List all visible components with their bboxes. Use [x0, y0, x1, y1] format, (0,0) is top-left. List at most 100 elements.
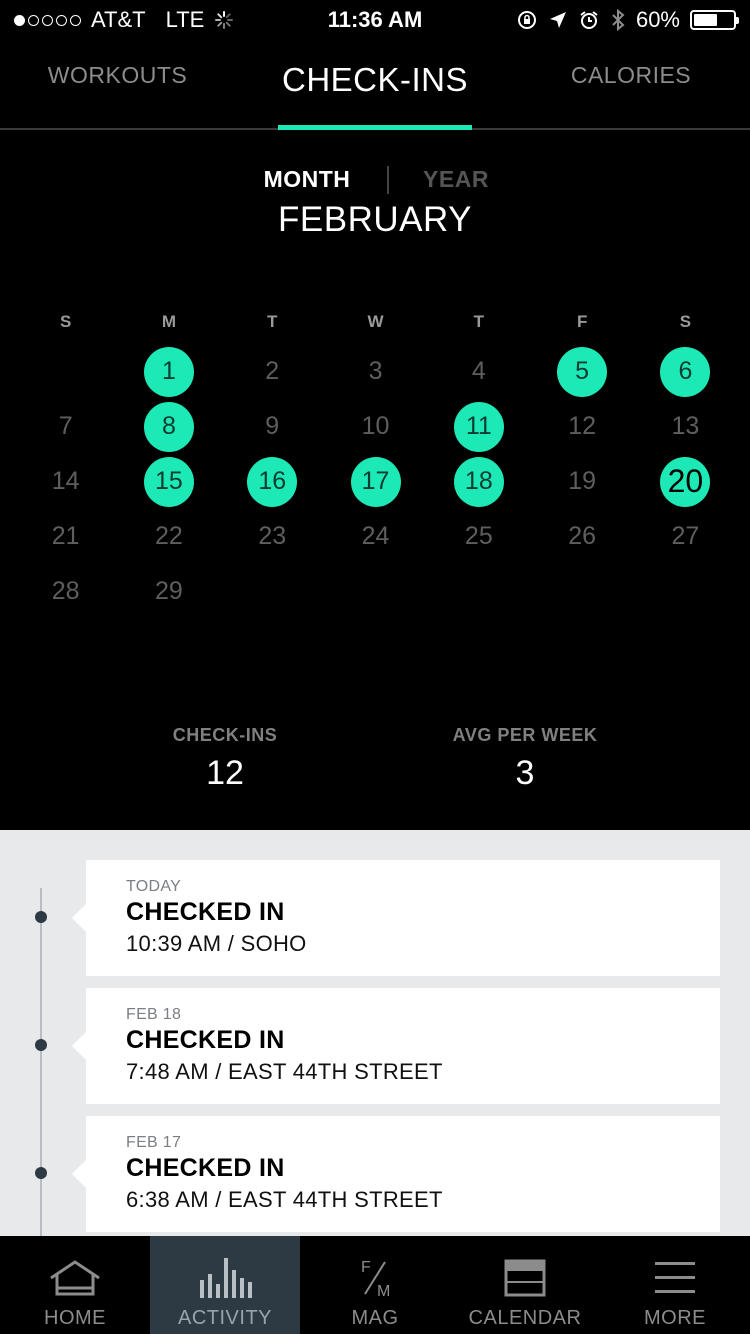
calendar-cell: 7 — [14, 399, 117, 454]
carrier-label: AT&T — [91, 7, 146, 32]
calendar-grid: 1 2 3 4 5 6 7 8 9 10 11 12 13 14 15 16 17 18 19 20 21 22 23 24 2… — [14, 344, 736, 619]
calendar-day[interactable]: 19 — [557, 457, 607, 507]
weekday-label: S — [679, 312, 692, 331]
calendar-cell: 9 — [221, 399, 324, 454]
tab-check-ins[interactable]: CHECK-INS — [278, 40, 472, 128]
calendar-empty-cell — [14, 344, 117, 399]
feed-item-date: FEB 18 — [126, 1006, 182, 1023]
calendar-day[interactable]: 21 — [41, 512, 91, 562]
timeline-line — [40, 888, 42, 1236]
feed-item[interactable]: FEB 18 CHECKED IN 7:48 AM / EAST 44TH ST… — [35, 988, 720, 1104]
calendar-day[interactable]: 7 — [41, 402, 91, 452]
nav-mag[interactable]: F M MAG — [300, 1236, 450, 1334]
timeline-dot — [35, 1167, 47, 1179]
calendar-day[interactable]: 9 — [247, 402, 297, 452]
calendar-day[interactable]: 29 — [144, 567, 194, 617]
calendar-cell: 18 — [427, 454, 530, 509]
checkin-feed[interactable]: TODAY CHECKED IN 10:39 AM / SOHO FEB 18 … — [0, 830, 750, 1236]
calendar-cell: 13 — [634, 399, 737, 454]
calendar-day-today[interactable]: 20 — [660, 456, 711, 507]
calendar-day[interactable]: 27 — [660, 512, 710, 562]
calendar-cell: 15 — [117, 454, 220, 509]
checkins-stat-label: CHECK-INS — [172, 725, 278, 745]
calendar-cell: 1 — [117, 344, 220, 399]
feed-item-detail: 6:38 AM / EAST 44TH STREET — [126, 1187, 443, 1212]
calendar-cell: 5 — [530, 344, 633, 399]
nav-home-label: HOME — [44, 1307, 106, 1329]
nav-calendar[interactable]: CALENDAR — [450, 1236, 600, 1334]
calendar-day[interactable]: 25 — [454, 512, 504, 562]
calendar-cell: 28 — [14, 564, 117, 619]
weekday-header: SMTWTFS — [14, 300, 736, 344]
calendar-cell: 14 — [14, 454, 117, 509]
calendar-cell: 29 — [117, 564, 220, 619]
calendar-day[interactable]: 13 — [660, 402, 710, 452]
calendar-day[interactable]: 23 — [247, 512, 297, 562]
feed-item-detail: 10:39 AM / SOHO — [126, 931, 307, 956]
feed-item[interactable]: TODAY CHECKED IN 10:39 AM / SOHO — [35, 860, 720, 976]
timeline-dot — [35, 1039, 47, 1051]
range-divider — [387, 166, 389, 194]
range-year-button[interactable]: YEAR — [404, 166, 508, 193]
active-tab-indicator — [278, 125, 472, 130]
svg-text:F: F — [361, 1259, 371, 1276]
calendar-day-checked-in[interactable]: 8 — [143, 401, 194, 452]
calendar-day-checked-in[interactable]: 18 — [453, 456, 504, 507]
stats-summary: CHECK-INS 12 AVG PER WEEK 3 — [0, 725, 750, 815]
nav-activity-label: ACTIVITY — [177, 1307, 272, 1329]
calendar-cell: 27 — [634, 509, 737, 564]
top-tab-bar: WORKOUTS CHECK-INS CALORIES — [0, 40, 750, 130]
calendar-day-checked-in[interactable]: 6 — [660, 346, 711, 397]
feed-item-date: TODAY — [126, 878, 182, 895]
nav-more[interactable]: MORE — [600, 1236, 750, 1334]
calendar-day-checked-in[interactable]: 16 — [247, 456, 298, 507]
calendar-cell: 12 — [530, 399, 633, 454]
calendar-day[interactable]: 28 — [41, 567, 91, 617]
calendar-cell: 24 — [324, 509, 427, 564]
calendar-day[interactable]: 22 — [144, 512, 194, 562]
calendar-cell: 2 — [221, 344, 324, 399]
calendar-cell: 11 — [427, 399, 530, 454]
calendar-day[interactable]: 26 — [557, 512, 607, 562]
month-title: FEBRUARY — [278, 200, 472, 239]
calendar-cell: 10 — [324, 399, 427, 454]
loading-spinner-icon — [215, 11, 234, 29]
nav-more-label: MORE — [644, 1307, 706, 1329]
calendar-cell: 26 — [530, 509, 633, 564]
weekday-label: W — [367, 312, 384, 331]
signal-strength-icon — [14, 14, 81, 26]
tab-workouts[interactable]: WORKOUTS — [30, 40, 205, 128]
bottom-navigation: HOME ACTIVITY F M MAG CALENDAR MORE — [0, 1236, 750, 1334]
calendar-day-checked-in[interactable]: 1 — [143, 346, 194, 397]
calendar-cell: 3 — [324, 344, 427, 399]
calendar-day-checked-in[interactable]: 15 — [143, 456, 194, 507]
feed-item-title: CHECKED IN — [126, 1154, 285, 1182]
calendar-cell: 6 — [634, 344, 737, 399]
calendar-cell: 17 — [324, 454, 427, 509]
feed-item-title: CHECKED IN — [126, 1026, 285, 1054]
calendar-cell: 22 — [117, 509, 220, 564]
calendar-day[interactable]: 10 — [351, 402, 401, 452]
avg-per-week-label: AVG PER WEEK — [452, 725, 598, 745]
calendar-day-checked-in[interactable]: 17 — [350, 456, 401, 507]
network-label: LTE — [165, 7, 205, 32]
calendar-day[interactable]: 14 — [41, 457, 91, 507]
range-month-button[interactable]: MONTH — [240, 166, 374, 193]
calendar-day-checked-in[interactable]: 5 — [557, 346, 608, 397]
feed-item[interactable]: FEB 17 CHECKED IN 6:38 AM / EAST 44TH ST… — [35, 1116, 720, 1232]
nav-activity[interactable]: ACTIVITY — [150, 1236, 300, 1334]
nav-home[interactable]: HOME — [0, 1236, 150, 1334]
calendar-day[interactable]: 24 — [351, 512, 401, 562]
calendar-day[interactable]: 12 — [557, 402, 607, 452]
menu-icon — [655, 1262, 695, 1293]
rotation-lock-icon — [517, 11, 536, 29]
avg-per-week-stat: AVG PER WEEK 3 — [415, 725, 635, 793]
feed-item-detail: 7:48 AM / EAST 44TH STREET — [126, 1059, 443, 1084]
calendar-day[interactable]: 2 — [247, 347, 297, 397]
calendar-day[interactable]: 3 — [351, 347, 401, 397]
calendar-day-checked-in[interactable]: 11 — [453, 401, 504, 452]
tab-calories[interactable]: CALORIES — [550, 40, 712, 128]
calendar-day[interactable]: 4 — [454, 347, 504, 397]
calendar-cell: 19 — [530, 454, 633, 509]
checkins-stat: CHECK-INS 12 — [115, 725, 335, 793]
